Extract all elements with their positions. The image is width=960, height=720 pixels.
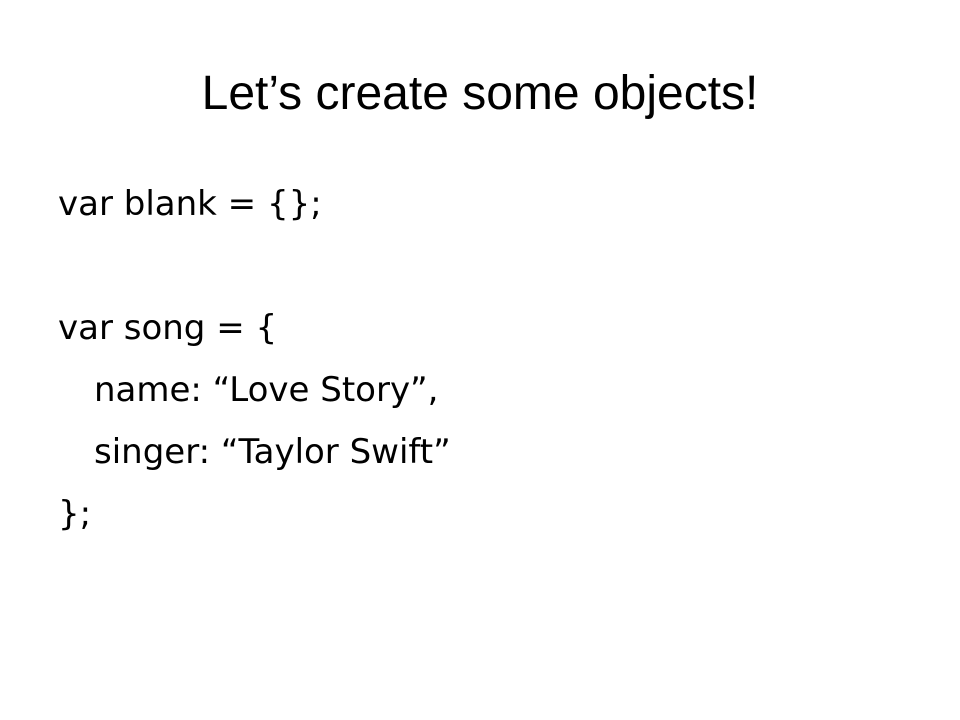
slide-title: Let’s create some objects! (201, 67, 759, 120)
code-line-name-property: name: “Love Story”, (94, 370, 439, 410)
code-block: var blank = {}; var song = { name: “Love… (58, 173, 918, 545)
code-line-blank-declaration: var blank = {}; (58, 184, 322, 224)
slide: Let’s create some objects! var blank = {… (0, 0, 960, 720)
code-line-closing-brace: }; (58, 494, 92, 534)
code-line-song-declaration: var song = { (58, 308, 278, 348)
code-line-singer-property: singer: “Taylor Swift” (94, 432, 451, 472)
